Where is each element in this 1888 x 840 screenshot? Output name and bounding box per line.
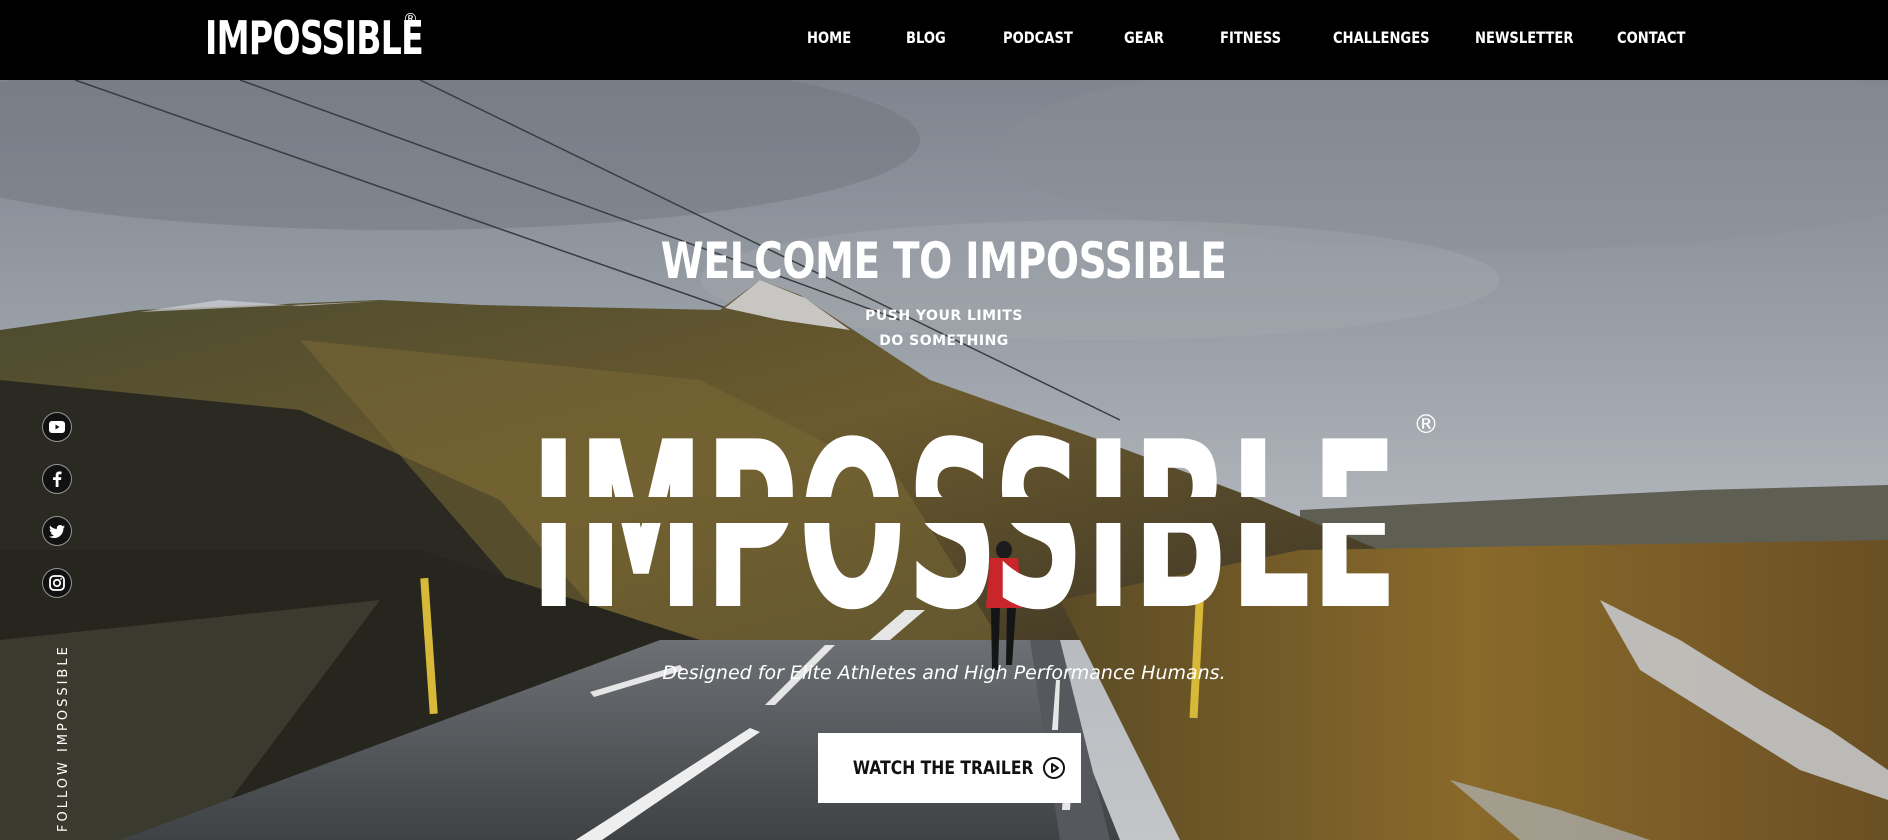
youtube-link[interactable] xyxy=(42,412,72,442)
nav-blog[interactable]: BLOG xyxy=(906,25,946,51)
facebook-icon xyxy=(53,471,62,487)
instagram-link[interactable] xyxy=(42,568,72,598)
hero-section: WELCOME TO IMPOSSIBLE PUSH YOUR LIMITS D… xyxy=(0,80,1888,840)
instagram-icon xyxy=(49,575,65,591)
follow-label: FOLLOW IMPOSSIBLE xyxy=(56,644,71,832)
hero-big-word: IMPOSSIBLE IMPOSSIBLE xyxy=(530,411,1398,611)
nav-contact[interactable]: CONTACT xyxy=(1617,25,1685,51)
hero-subline: Designed for Elite Athletes and High Per… xyxy=(662,662,1226,684)
twitter-link[interactable] xyxy=(42,516,72,546)
play-circle-icon xyxy=(1042,757,1065,779)
site-logo[interactable]: IMPOSSIBLE xyxy=(205,8,424,68)
nav-gear[interactable]: GEAR xyxy=(1124,25,1164,51)
logo-registered-mark: ® xyxy=(403,10,418,28)
watch-trailer-label: WATCH THE TRAILER xyxy=(853,757,1034,779)
youtube-icon xyxy=(49,421,65,433)
facebook-link[interactable] xyxy=(42,464,72,494)
watch-trailer-button[interactable]: WATCH THE TRAILER xyxy=(818,733,1081,803)
nav-fitness[interactable]: FITNESS xyxy=(1220,25,1281,51)
hero-tagline-2: DO SOMETHING xyxy=(879,333,1009,349)
top-navigation-bar: IMPOSSIBLE ® HOME BLOG PODCAST GEAR FITN… xyxy=(0,0,1888,80)
nav-home[interactable]: HOME xyxy=(807,25,851,51)
nav-newsletter[interactable]: NEWSLETTER xyxy=(1475,25,1573,51)
hero-title: WELCOME TO IMPOSSIBLE xyxy=(661,232,1227,290)
twitter-icon xyxy=(49,524,65,538)
hero-tagline-1: PUSH YOUR LIMITS xyxy=(865,308,1023,324)
big-word-registered-mark: ® xyxy=(1413,410,1439,440)
nav-podcast[interactable]: PODCAST xyxy=(1003,25,1073,51)
nav-challenges[interactable]: CHALLENGES xyxy=(1333,25,1430,51)
